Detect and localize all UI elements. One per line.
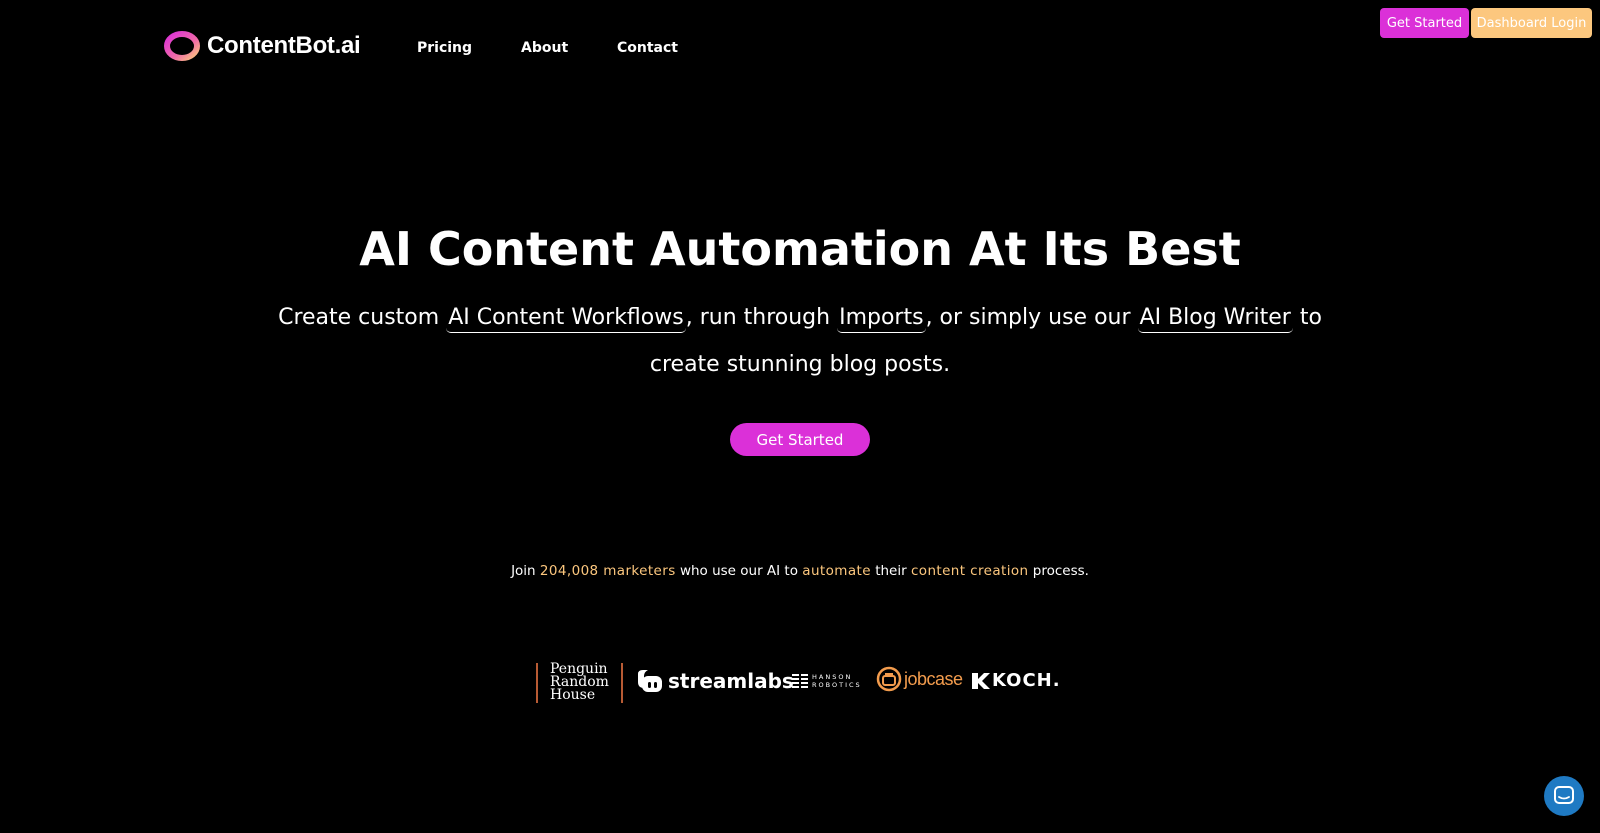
hero-sub-mid2: , or simply use our: [925, 305, 1131, 330]
koch-logo: KOCH.: [972, 670, 1061, 691]
nav-contact[interactable]: Contact: [617, 40, 678, 56]
landing-page: ContentBot.ai Pricing About Contact Get …: [0, 0, 1600, 833]
social-proof-text: Join 204,008 marketers who use our AI to…: [0, 563, 1600, 579]
hero-subtitle: Create custom AI Content Workflows, run …: [240, 294, 1360, 388]
hanson-robotics-logo: HANSON ROBOTICS: [792, 673, 862, 689]
nav-about[interactable]: About: [521, 40, 568, 56]
hero-title: AI Content Automation At Its Best: [359, 222, 1241, 276]
imports-link[interactable]: Imports: [837, 304, 926, 333]
sp-content-creation: content creation: [910, 563, 1029, 579]
hero-sub-mid1: , run through: [685, 305, 831, 330]
ai-content-workflows-link[interactable]: AI Content Workflows: [446, 304, 686, 333]
sp-process: process.: [1032, 563, 1089, 579]
hanson-icon: [792, 673, 808, 689]
jobcase-icon: [876, 666, 902, 692]
client-logos: Penguin Random House streamlabs HANSON R…: [536, 660, 1076, 706]
nav-pricing[interactable]: Pricing: [417, 40, 472, 56]
sp-join: Join: [511, 563, 536, 579]
contentbot-ring-icon: [164, 31, 200, 61]
header-get-started-button[interactable]: Get Started: [1380, 8, 1469, 38]
sp-automate: automate: [802, 563, 871, 579]
chat-launcher-button[interactable]: [1544, 776, 1584, 816]
header-actions: Get Started Dashboard Login: [1380, 8, 1592, 38]
jobcase-logo: jobcase: [876, 666, 963, 692]
hero-get-started-button[interactable]: Get Started: [730, 423, 870, 456]
hero-sub-prefix: Create custom: [278, 305, 440, 330]
penguin-random-house-logo: Penguin Random House: [536, 662, 623, 703]
marketer-count: 204,008 marketers: [539, 563, 676, 579]
dashboard-login-button[interactable]: Dashboard Login: [1471, 8, 1592, 38]
chat-icon: [1554, 786, 1574, 804]
koch-icon: [972, 672, 990, 689]
sp-their: their: [875, 563, 907, 579]
streamlabs-logo: streamlabs: [634, 668, 794, 694]
ai-blog-writer-link[interactable]: AI Blog Writer: [1137, 304, 1293, 333]
sp-who-use: who use our AI to: [679, 563, 798, 579]
brand-logo[interactable]: ContentBot.ai: [163, 30, 361, 62]
brand-name: ContentBot.ai: [207, 32, 361, 59]
streamlabs-icon: [638, 670, 662, 692]
